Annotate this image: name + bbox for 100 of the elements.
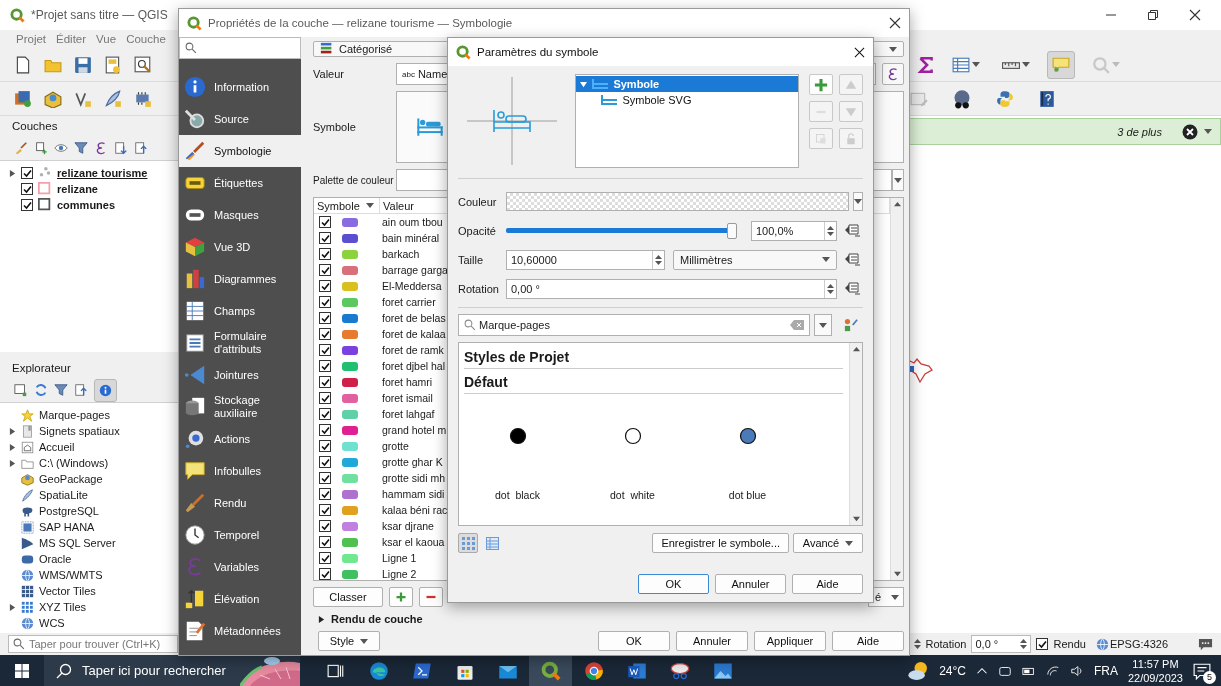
- browser-item[interactable]: PostgreSQL: [8, 503, 178, 519]
- category-checkbox[interactable]: [319, 216, 331, 228]
- refresh-icon[interactable]: [34, 383, 48, 397]
- nav-item[interactable]: Vue 3D: [179, 231, 301, 263]
- category-checkbox[interactable]: [319, 344, 331, 356]
- add-class-button[interactable]: [389, 587, 413, 607]
- category-checkbox[interactable]: [319, 504, 331, 516]
- layer-checkbox[interactable]: [21, 183, 33, 195]
- category-checkbox[interactable]: [319, 248, 331, 260]
- restore-icon[interactable]: [1147, 9, 1159, 21]
- browser-item[interactable]: SAP HANA: [8, 519, 178, 535]
- browser-item[interactable]: Marque-pages: [8, 407, 178, 423]
- nav-item[interactable]: Stockage auxiliaire: [179, 391, 301, 423]
- nav-item[interactable]: Champs: [179, 295, 301, 327]
- scissors-icon[interactable]: [669, 660, 690, 681]
- category-checkbox[interactable]: [319, 232, 331, 244]
- nav-item[interactable]: Masques: [179, 199, 301, 231]
- nav-item[interactable]: Jointures: [179, 359, 301, 391]
- layer-row[interactable]: relizane tourisme: [8, 165, 178, 181]
- nav-item[interactable]: Rendu: [179, 487, 301, 519]
- nav-item[interactable]: Formulaire d'attributs: [179, 327, 301, 359]
- category-checkbox[interactable]: [319, 472, 331, 484]
- symbol-layer-item[interactable]: Symbole: [576, 76, 798, 92]
- dot-symbol-icon[interactable]: [623, 427, 642, 445]
- eye-icon[interactable]: [54, 141, 68, 155]
- dialog-button[interactable]: Aide: [792, 574, 863, 594]
- dialog-button[interactable]: Annuler: [676, 631, 748, 651]
- category-checkbox[interactable]: [319, 456, 331, 468]
- classify-button[interactable]: Classer: [313, 587, 383, 607]
- scrollbar[interactable]: [890, 198, 903, 580]
- info-icon[interactable]: [99, 383, 112, 397]
- layer-row[interactable]: relizane: [8, 181, 178, 197]
- browser-item[interactable]: Oracle: [8, 551, 178, 567]
- notification-icon[interactable]: [1193, 661, 1211, 680]
- nav-item[interactable]: Temporel: [179, 519, 301, 551]
- nav-item[interactable]: Diagrammes: [179, 263, 301, 295]
- advanced-dropdown[interactable]: Avancé: [793, 533, 863, 553]
- category-checkbox[interactable]: [319, 536, 331, 548]
- globe-box-icon[interactable]: [44, 89, 62, 108]
- data-defined-icon[interactable]: [843, 222, 861, 239]
- close-icon[interactable]: [889, 17, 901, 29]
- clock[interactable]: 11:57 PM 22/09/2023: [1127, 656, 1183, 685]
- browser-item[interactable]: Accueil: [8, 439, 178, 455]
- nav-item[interactable]: Symbologie: [179, 135, 301, 167]
- feather-icon[interactable]: [104, 89, 122, 108]
- speech-bubble-icon[interactable]: [1052, 55, 1070, 74]
- magnifier-page-icon[interactable]: [134, 55, 152, 74]
- category-checkbox[interactable]: [319, 424, 331, 436]
- browser-circle-icon[interactable]: [583, 660, 604, 681]
- nav-item[interactable]: Métadonnées: [179, 615, 301, 647]
- opacity-field[interactable]: 100,0%: [751, 220, 837, 241]
- crs-button[interactable]: EPSG:4326: [1109, 638, 1168, 650]
- browser-item[interactable]: C:\ (Windows): [8, 455, 178, 471]
- style-button[interactable]: Style: [318, 631, 380, 651]
- nav-item[interactable]: Actions: [179, 423, 301, 455]
- browser-swirl-icon[interactable]: [368, 660, 389, 681]
- browser-item[interactable]: WMS/WMTS: [8, 567, 178, 583]
- filter-icon[interactable]: [74, 141, 88, 155]
- category-checkbox[interactable]: [319, 408, 331, 420]
- close-icon[interactable]: [1189, 9, 1201, 21]
- globe-binoculars-icon[interactable]: [952, 88, 972, 109]
- library-search-field[interactable]: Marque-pages: [458, 314, 810, 336]
- temperature[interactable]: 24°C: [939, 663, 966, 678]
- layer-checkbox[interactable]: [21, 199, 33, 211]
- browser-item[interactable]: Signets spatiaux: [8, 423, 178, 439]
- category-checkbox[interactable]: [319, 440, 331, 452]
- close-icon[interactable]: [854, 46, 865, 58]
- brush-icon[interactable]: [14, 141, 28, 155]
- slider-thumb[interactable]: [727, 222, 737, 239]
- style-manager-icon[interactable]: [844, 318, 858, 332]
- dialog-button[interactable]: Appliquer: [754, 631, 826, 651]
- dialog-button[interactable]: OK: [638, 574, 709, 594]
- expression-button[interactable]: [882, 63, 904, 85]
- category-checkbox[interactable]: [319, 392, 331, 404]
- dialog-button[interactable]: OK: [598, 631, 670, 651]
- messages-icon[interactable]: [1198, 636, 1213, 652]
- category-checkbox[interactable]: [319, 488, 331, 500]
- chip-icon[interactable]: [134, 89, 152, 108]
- nav-item[interactable]: Source: [179, 103, 301, 135]
- browser-item[interactable]: SpatiaLite: [8, 487, 178, 503]
- language-indicator[interactable]: FRA: [1093, 663, 1118, 678]
- browser-item[interactable]: WCS: [8, 615, 178, 631]
- symbol-layer-item[interactable]: Symbole SVG: [576, 92, 798, 108]
- category-checkbox[interactable]: [319, 312, 331, 324]
- browser-item[interactable]: MS SQL Server: [8, 535, 178, 551]
- layer-checkbox[interactable]: [21, 167, 33, 179]
- epsilon-icon[interactable]: [94, 141, 108, 155]
- locator-search-field[interactable]: Taper pour trouver (Ctrl+K): [8, 635, 178, 653]
- dot-symbol-icon[interactable]: [738, 427, 757, 445]
- browser-item[interactable]: GeoPackage: [8, 471, 178, 487]
- nav-item[interactable]: Infobulles: [179, 455, 301, 487]
- taskbar-search-field[interactable]: Taper ici pour rechercher: [44, 655, 300, 686]
- category-checkbox[interactable]: [319, 520, 331, 532]
- globe-icon[interactable]: [1095, 637, 1109, 651]
- render-checkbox[interactable]: [1036, 638, 1049, 650]
- menu-item[interactable]: Projet: [16, 33, 47, 45]
- add-group-icon[interactable]: [34, 141, 48, 155]
- dialog-button[interactable]: Aide: [832, 631, 904, 651]
- add-layer-button[interactable]: [809, 74, 833, 95]
- column-header[interactable]: Symbole: [314, 198, 380, 213]
